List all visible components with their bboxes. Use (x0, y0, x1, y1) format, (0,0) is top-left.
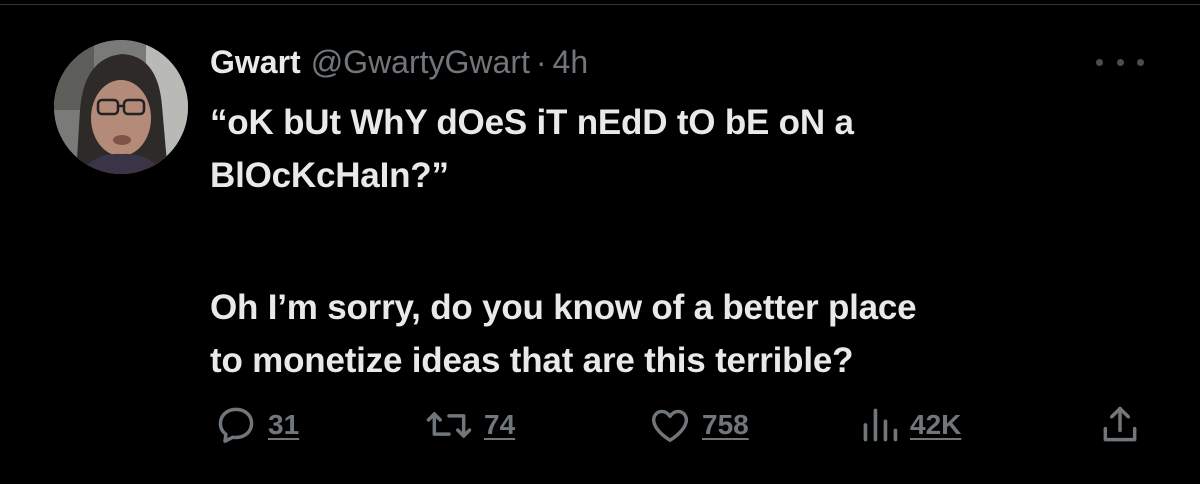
tweet-header: Gwart @GwartyGwart · 4h (210, 40, 588, 84)
avatar-image (54, 40, 188, 174)
separator-dot: · (535, 44, 547, 80)
more-dots-icon (1137, 58, 1144, 66)
reply-button[interactable]: 31 (214, 400, 299, 450)
retweet-button[interactable]: 74 (424, 400, 515, 450)
user-handle[interactable]: @GwartyGwart (311, 40, 530, 84)
timestamp[interactable]: 4h (553, 40, 589, 84)
avatar[interactable] (54, 40, 188, 174)
like-count[interactable]: 758 (702, 409, 749, 441)
tweet-text: “oK bUt WhY dOeS iT nEdD tO bE oN a BlOc… (210, 96, 1170, 387)
top-divider (0, 4, 1200, 5)
tweet-text-line: BlOcKcHaIn?” (210, 156, 449, 195)
like-button[interactable]: 758 (648, 400, 749, 450)
share-upload-icon (1103, 406, 1137, 442)
retweet-arrows-icon (426, 412, 472, 438)
reply-count[interactable]: 31 (268, 409, 299, 441)
more-dots-icon (1116, 58, 1124, 66)
bar-chart-icon (863, 408, 898, 442)
views-count[interactable]: 42K (910, 409, 961, 441)
retweet-count[interactable]: 74 (484, 409, 515, 441)
speech-bubble-icon (218, 407, 254, 443)
tweet-text-line: Oh I’m sorry, do you know of a better pl… (210, 288, 917, 327)
tweet-text-line: to monetize ideas that are this terrible… (210, 341, 854, 380)
more-dots-icon (1096, 58, 1103, 66)
display-name[interactable]: Gwart (210, 40, 301, 84)
more-options-button[interactable] (1096, 50, 1144, 74)
share-button[interactable] (1098, 400, 1142, 450)
tweet-actions: 31 74 758 42K (0, 400, 1200, 450)
heart-icon (651, 409, 689, 442)
views-button[interactable]: 42K (860, 400, 961, 450)
tweet-text-line: “oK bUt WhY dOeS iT nEdD tO bE oN a (210, 103, 854, 142)
